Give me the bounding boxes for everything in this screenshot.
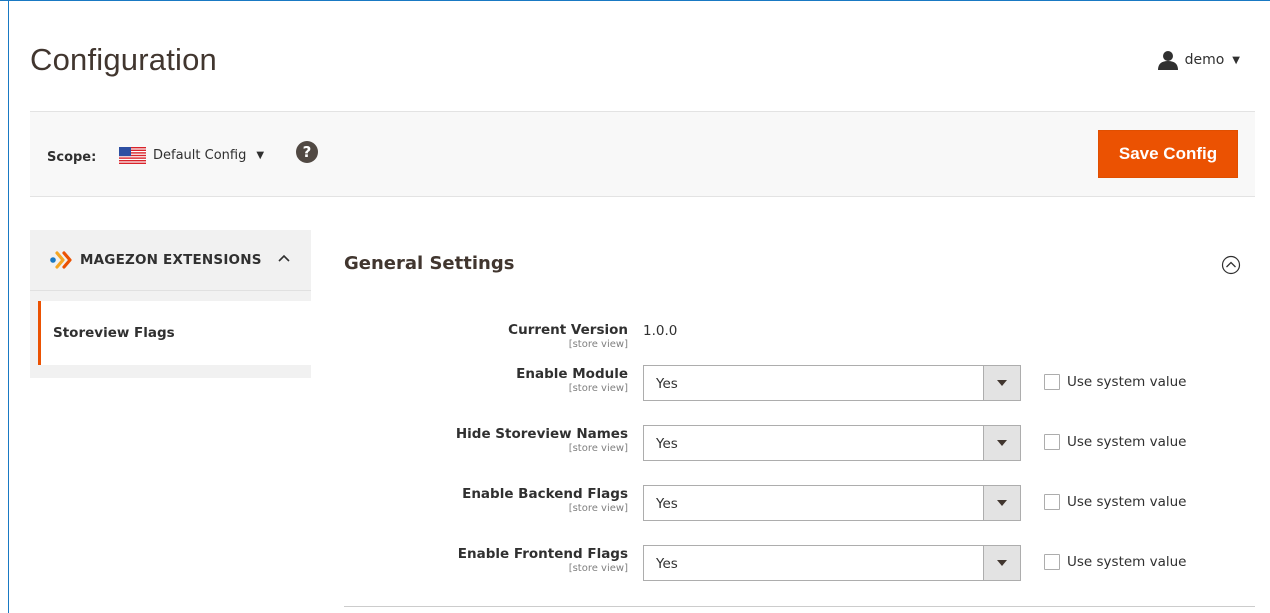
select-value: Yes <box>656 436 678 452</box>
enable-frontend-flags-select[interactable]: Yes <box>643 545 1021 581</box>
select-value: Yes <box>656 556 678 572</box>
select-arrow-button <box>983 426 1020 460</box>
sidebar-item-storeview-flags[interactable]: Storeview Flags <box>38 301 311 365</box>
triangle-down-icon <box>997 440 1007 446</box>
scope-label: Scope: <box>47 150 97 165</box>
use-system-checkbox[interactable] <box>1044 434 1060 450</box>
chevron-up-icon <box>278 254 290 262</box>
enable-backend-flags-use-system[interactable]: Use system value <box>1044 494 1186 510</box>
use-system-checkbox[interactable] <box>1044 554 1060 570</box>
section-divider <box>344 606 1255 607</box>
help-icon[interactable]: ? <box>296 141 318 163</box>
field-scope-note: [store view] <box>568 563 628 574</box>
magezon-logo-icon <box>50 251 72 269</box>
field-label-text: Current Version <box>508 322 628 338</box>
field-label-enable-frontend-flags: Enable Frontend Flags [store view] <box>458 546 628 575</box>
save-config-button[interactable]: Save Config <box>1098 130 1238 178</box>
collapse-up-icon[interactable] <box>1221 255 1241 275</box>
config-sidebar: MAGEZON EXTENSIONS Storeview Flags <box>30 230 311 378</box>
hide-storeview-names-select[interactable]: Yes <box>643 425 1021 461</box>
window-top-border <box>0 0 1270 1</box>
scope-switcher[interactable]: Default Config ▼ <box>119 147 264 164</box>
field-label-enable-module: Enable Module [store view] <box>516 366 628 395</box>
user-menu[interactable]: demo ▼ <box>1157 50 1240 70</box>
enable-module-select[interactable]: Yes <box>643 365 1021 401</box>
use-system-label: Use system value <box>1067 434 1187 450</box>
field-label-text: Enable Backend Flags <box>462 486 628 502</box>
field-scope-note: [store view] <box>568 383 628 394</box>
field-label-current-version: Current Version [store view] <box>508 322 628 351</box>
window-left-border <box>8 0 9 613</box>
user-name: demo <box>1184 52 1225 68</box>
select-value: Yes <box>656 496 678 512</box>
current-version-value: 1.0.0 <box>643 323 678 339</box>
field-label-enable-backend-flags: Enable Backend Flags [store view] <box>462 486 628 515</box>
triangle-down-icon <box>997 380 1007 386</box>
triangle-down-icon <box>997 560 1007 566</box>
triangle-down-icon <box>997 500 1007 506</box>
sidebar-section-title: MAGEZON EXTENSIONS <box>80 252 262 268</box>
field-scope-note: [store view] <box>568 503 628 514</box>
scope-value: Default Config <box>153 148 247 163</box>
field-label-text: Enable Module <box>516 366 628 382</box>
select-arrow-button <box>983 366 1020 400</box>
field-scope-note: [store view] <box>568 339 628 350</box>
caret-down-icon: ▼ <box>256 150 265 161</box>
field-label-hide-storeview-names: Hide Storeview Names [store view] <box>456 426 628 455</box>
field-scope-note: [store view] <box>568 443 628 454</box>
enable-backend-flags-select[interactable]: Yes <box>643 485 1021 521</box>
use-system-label: Use system value <box>1067 554 1187 570</box>
sidebar-section-magezon[interactable]: MAGEZON EXTENSIONS <box>30 230 311 291</box>
use-system-label: Use system value <box>1067 374 1187 390</box>
select-arrow-button <box>983 486 1020 520</box>
caret-down-icon: ▼ <box>1232 54 1240 66</box>
hide-storeview-names-use-system[interactable]: Use system value <box>1044 434 1186 450</box>
page-title: Configuration <box>30 42 217 77</box>
select-value: Yes <box>656 376 678 392</box>
enable-frontend-flags-use-system[interactable]: Use system value <box>1044 554 1186 570</box>
us-flag-icon <box>119 147 146 164</box>
section-title: General Settings <box>344 253 515 274</box>
enable-module-use-system[interactable]: Use system value <box>1044 374 1186 390</box>
use-system-checkbox[interactable] <box>1044 494 1060 510</box>
scope-toolbar: Scope: Default Config ▼ ? Save Config <box>30 111 1255 197</box>
select-arrow-button <box>983 546 1020 580</box>
field-label-text: Enable Frontend Flags <box>457 546 628 562</box>
use-system-checkbox[interactable] <box>1044 374 1060 390</box>
use-system-label: Use system value <box>1067 494 1187 510</box>
field-label-text: Hide Storeview Names <box>455 426 628 442</box>
user-icon <box>1157 51 1178 70</box>
